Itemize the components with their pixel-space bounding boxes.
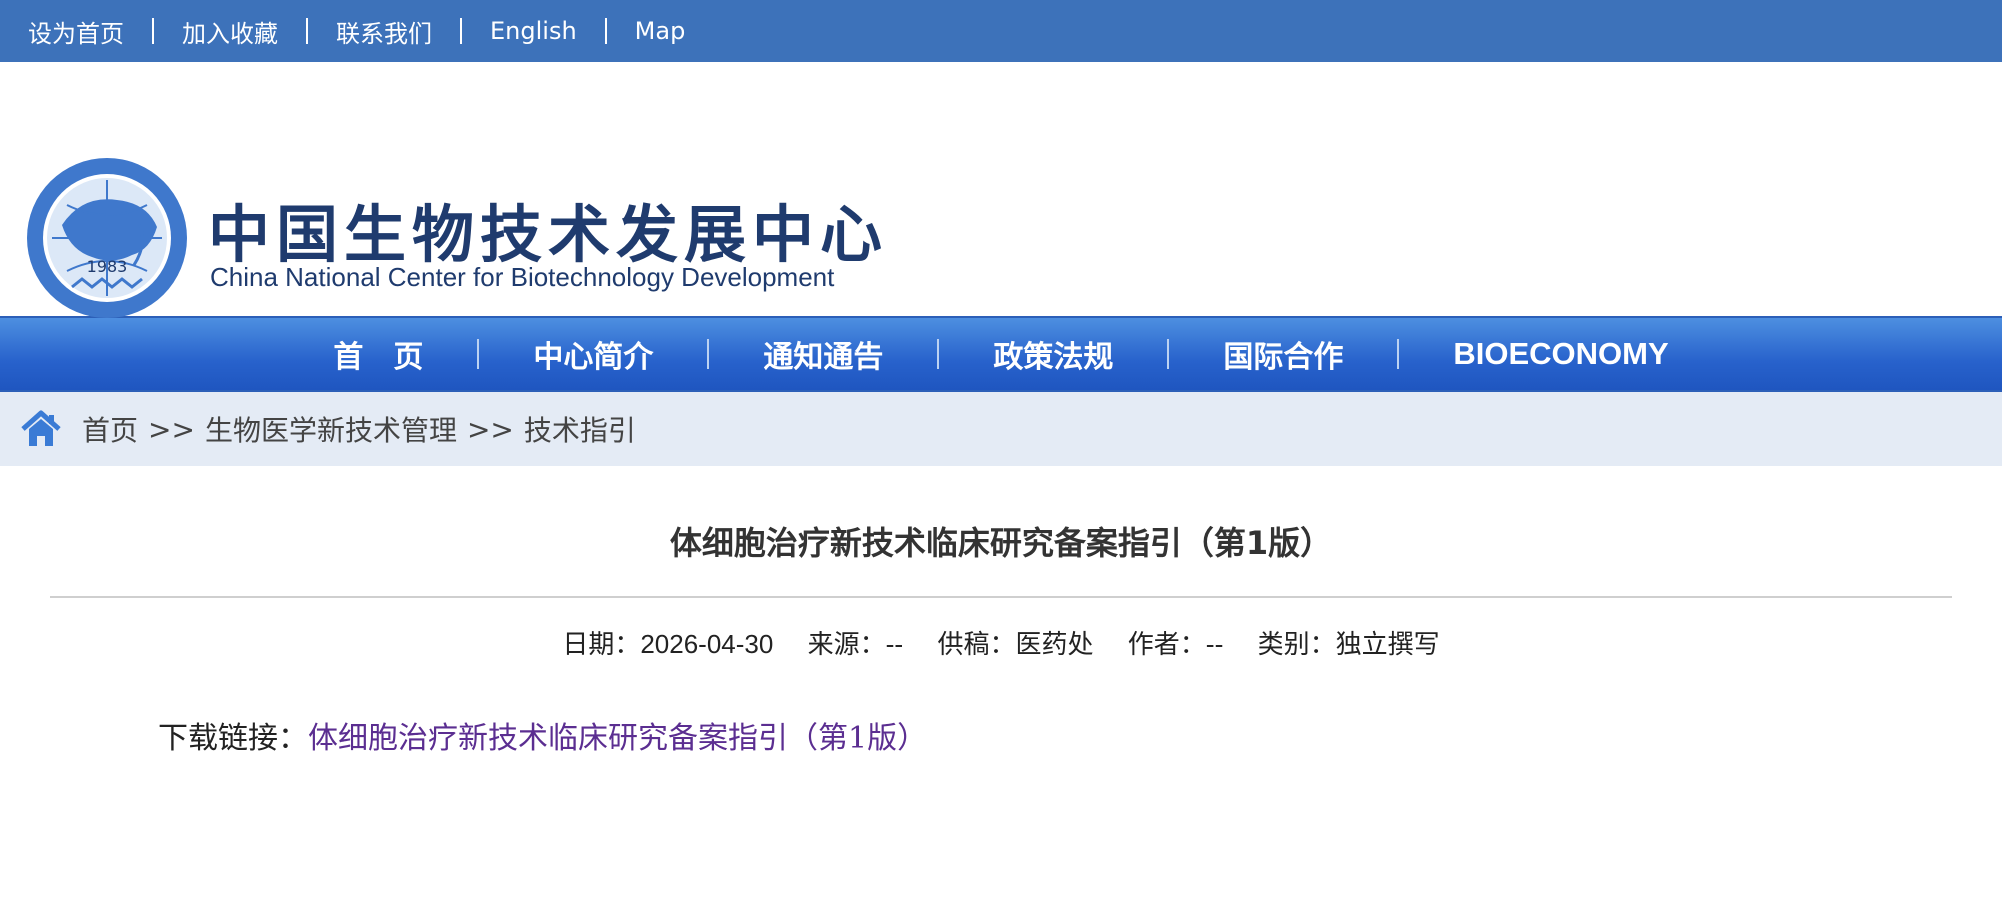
site-name-cn[interactable]: 中国生物技术发展中心: [208, 184, 888, 274]
article: 体细胞治疗新技术临床研究备案指引（第1版） 日期：2026-04-30 来源：-…: [0, 518, 2002, 757]
meta-category-label: 类别：: [1257, 630, 1336, 660]
meta-source-label: 来源：: [807, 630, 886, 660]
site-name-en[interactable]: China National Center for Biotechnology …: [210, 262, 834, 293]
set-homepage-link[interactable]: 设为首页: [28, 14, 124, 49]
download-row: 下载链接：体细胞治疗新技术临床研究备案指引（第1版）: [158, 713, 2002, 757]
divider: [306, 18, 308, 44]
meta-category: 独立撰写: [1335, 630, 1440, 660]
meta-author-label: 作者：: [1127, 630, 1206, 660]
site-header: 1983 中国生物技术发展中心 China National Center fo…: [0, 62, 2002, 318]
meta-supplier: 医药处: [1015, 630, 1094, 660]
nav-item-home[interactable]: 首 页: [279, 332, 477, 376]
divider: [152, 18, 154, 44]
meta-date-label: 日期：: [562, 630, 641, 660]
english-link[interactable]: English: [490, 17, 577, 45]
top-utility-bar: 设为首页 加入收藏 联系我们 English Map: [0, 0, 2002, 62]
breadcrumb-separator: >>: [148, 412, 195, 446]
home-icon[interactable]: [20, 408, 62, 450]
divider: [604, 18, 607, 44]
nav-item-about[interactable]: 中心简介: [479, 332, 707, 376]
title-divider: [50, 596, 1952, 598]
meta-date: 2026-04-30: [640, 629, 774, 659]
meta-source: --: [885, 630, 904, 660]
meta-supplier-label: 供稿：: [937, 630, 1016, 660]
main-nav: 首 页 中心简介 通知通告 政策法规 国际合作 BIOECONOMY: [0, 316, 2002, 392]
nav-item-bioeconomy[interactable]: BIOECONOMY: [1399, 336, 1722, 372]
add-favorite-link[interactable]: 加入收藏: [182, 14, 278, 49]
sitemap-link[interactable]: Map: [635, 17, 686, 45]
article-title: 体细胞治疗新技术临床研究备案指引（第1版）: [669, 524, 1333, 562]
breadcrumb-home[interactable]: 首页: [82, 409, 138, 449]
breadcrumb-separator: >>: [466, 412, 514, 446]
divider: [460, 18, 462, 44]
center-emblem-icon[interactable]: 1983: [22, 155, 192, 321]
download-link[interactable]: 体细胞治疗新技术临床研究备案指引（第1版）: [308, 721, 927, 756]
contact-us-link[interactable]: 联系我们: [336, 14, 432, 49]
article-meta: 日期：2026-04-30 来源：-- 供稿：医药处 作者：-- 类别：独立撰写: [0, 624, 2002, 661]
emblem-year: 1983: [87, 257, 128, 276]
nav-item-policies[interactable]: 政策法规: [939, 332, 1167, 376]
breadcrumb-biomed-tech[interactable]: 生物医学新技术管理: [205, 409, 457, 449]
breadcrumb-tech-guide[interactable]: 技术指引: [524, 409, 636, 449]
breadcrumb: 首页 >> 生物医学新技术管理 >> 技术指引: [0, 392, 2002, 466]
nav-item-notices[interactable]: 通知通告: [709, 332, 937, 376]
meta-author: --: [1205, 630, 1224, 660]
download-label: 下载链接：: [158, 721, 308, 756]
nav-item-international[interactable]: 国际合作: [1169, 332, 1397, 376]
